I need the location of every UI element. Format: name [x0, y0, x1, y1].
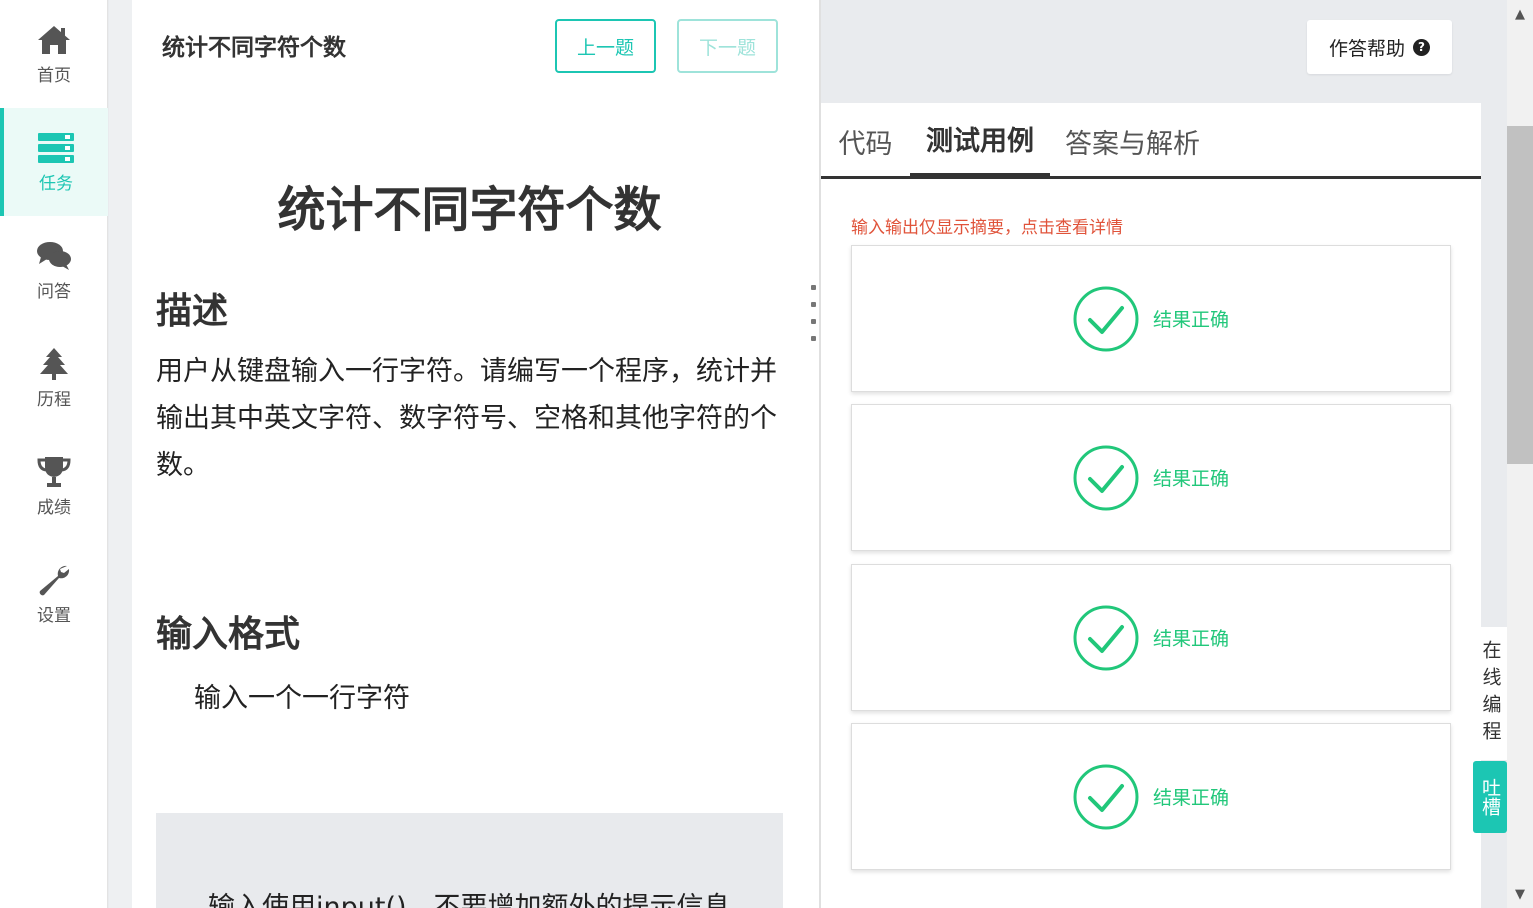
online-coding-label: 在线编程 [1479, 639, 1502, 748]
check-circle-icon [1073, 286, 1139, 351]
help-button[interactable]: 作答帮助 ? [1307, 20, 1452, 74]
handle-dot [810, 336, 816, 341]
feedback-label: 吐槽 [1479, 778, 1501, 816]
tasks-icon [38, 132, 74, 163]
description-text: 用户从键盘输入一行字符。请编写一个程序，统计并输出其中英文字符、数字符号、空格和… [156, 356, 777, 481]
feedback-tab[interactable]: 吐槽 [1473, 761, 1507, 833]
description-heading: 描述 [156, 291, 229, 332]
nav-label-qa: 问答 [37, 281, 71, 302]
question-circle-icon: ? [1413, 38, 1430, 56]
test-case-result: 结果正确 [1152, 628, 1229, 650]
home-icon [38, 25, 70, 54]
problem-title-bar: 统计不同字符个数 [162, 35, 346, 61]
nav-label-tasks: 任务 [39, 173, 73, 194]
tab-code[interactable]: 代码 [821, 103, 910, 179]
sidebar: 首页 任务 问答 历程 成绩 设置 [0, 0, 108, 908]
check-circle-icon [1073, 605, 1139, 670]
test-case-card[interactable]: 结果正确 [851, 723, 1451, 870]
resize-handle[interactable] [809, 285, 817, 341]
online-coding-tab[interactable]: 在线编程 [1473, 627, 1507, 760]
nav-item-settings[interactable]: 设置 [0, 540, 108, 648]
scroll-down-icon[interactable]: ▼ [1507, 884, 1533, 904]
test-case-card[interactable]: 结果正确 [851, 245, 1451, 392]
nav-item-qa[interactable]: 问答 [0, 216, 108, 324]
nav-item-journey[interactable]: 历程 [0, 324, 108, 432]
help-label: 作答帮助 [1328, 37, 1405, 60]
chat-icon [37, 241, 71, 270]
tab-test-cases[interactable]: 测试用例 [910, 103, 1050, 179]
nav-label-grades: 成绩 [37, 497, 71, 518]
input-format-text: 输入一个一行字符 [194, 683, 410, 714]
test-case-result: 结果正确 [1152, 309, 1229, 331]
handle-dot [810, 319, 816, 324]
code-note-box: 输入使用input()，不要增加额外的提示信息 [156, 813, 783, 908]
prev-problem-button[interactable]: 上一题 [555, 19, 656, 73]
tab-bar: 代码 测试用例 答案与解析 [821, 103, 1481, 179]
test-panel: 代码 测试用例 答案与解析 输入输出仅显示摘要，点击查看详情 结果正确 结果正确… [821, 103, 1481, 908]
wrench-icon [39, 565, 70, 595]
problem-heading: 统计不同字符个数 [277, 182, 662, 238]
scroll-up-icon[interactable]: ▲ [1507, 4, 1533, 24]
tab-answer[interactable]: 答案与解析 [1050, 103, 1215, 179]
nav-item-tasks[interactable]: 任务 [0, 108, 108, 216]
code-note-text: 输入使用input()，不要增加额外的提示信息 [208, 892, 731, 908]
test-case-card[interactable]: 结果正确 [851, 404, 1451, 551]
handle-dot [810, 302, 816, 307]
tree-icon [40, 347, 68, 380]
nav-label-home: 首页 [37, 65, 71, 86]
trophy-icon [37, 456, 71, 487]
input-format-heading: 输入格式 [156, 614, 301, 655]
nav-item-grades[interactable]: 成绩 [0, 432, 108, 540]
check-circle-icon [1073, 445, 1139, 510]
test-case-result: 结果正确 [1152, 787, 1229, 809]
test-case-card[interactable]: 结果正确 [851, 564, 1451, 711]
test-case-result: 结果正确 [1152, 468, 1229, 490]
handle-dot [810, 285, 816, 290]
gutter [109, 0, 132, 908]
check-circle-icon [1073, 764, 1139, 829]
scrollbar-thumb[interactable] [1507, 126, 1533, 464]
next-problem-button[interactable]: 下一题 [677, 19, 778, 73]
summary-notice-link[interactable]: 输入输出仅显示摘要，点击查看详情 [851, 213, 1123, 238]
nav-item-home[interactable]: 首页 [0, 0, 108, 108]
problem-panel: 统计不同字符个数 上一题 下一题 统计不同字符个数 描述 用户从键盘输入一行字符… [132, 0, 819, 908]
nav-label-journey: 历程 [37, 389, 71, 410]
nav-label-settings: 设置 [37, 605, 71, 626]
